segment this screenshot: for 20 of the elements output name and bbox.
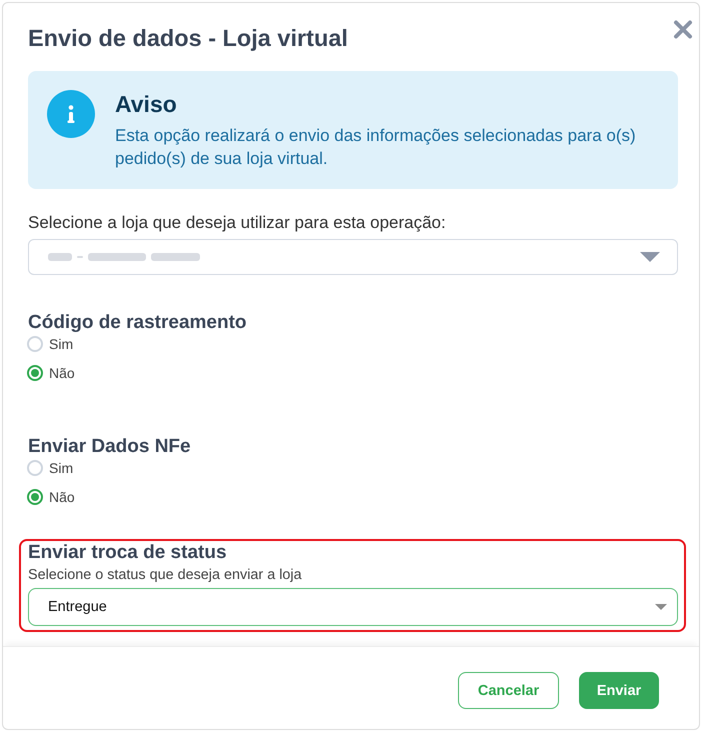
- info-icon: [47, 90, 95, 138]
- notice-text: Esta opção realizará o envio das informações selecionadas para o(s) pedido(s) de sua loja virtual.: [115, 125, 637, 170]
- radio-label[interactable]: Não: [49, 364, 75, 382]
- radio-button[interactable]: [27, 489, 43, 505]
- radio-label[interactable]: Não: [49, 488, 75, 506]
- section-title: Enviar troca de status: [28, 542, 228, 564]
- status-select[interactable]: Entregue: [28, 588, 678, 626]
- field-label: Selecione a loja que deseja utilizar para esta operação:: [28, 213, 447, 233]
- radio-label[interactable]: Sim: [49, 335, 74, 353]
- dialog-title: Envio de dados - Loja virtual: [28, 24, 348, 52]
- radio-label[interactable]: Sim: [49, 459, 74, 477]
- close-icon: [673, 20, 693, 39]
- group-title: Código de rastreamento: [28, 312, 248, 334]
- caret-icon: [640, 252, 660, 262]
- section-hint: Selecione o status que deseja enviar a loja: [28, 566, 303, 584]
- group-title: Enviar Dados NFe: [28, 436, 192, 458]
- notice-title: Aviso: [115, 91, 178, 117]
- caret-icon: [655, 604, 667, 610]
- close-button[interactable]: [673, 20, 693, 39]
- radio-button[interactable]: [27, 365, 43, 381]
